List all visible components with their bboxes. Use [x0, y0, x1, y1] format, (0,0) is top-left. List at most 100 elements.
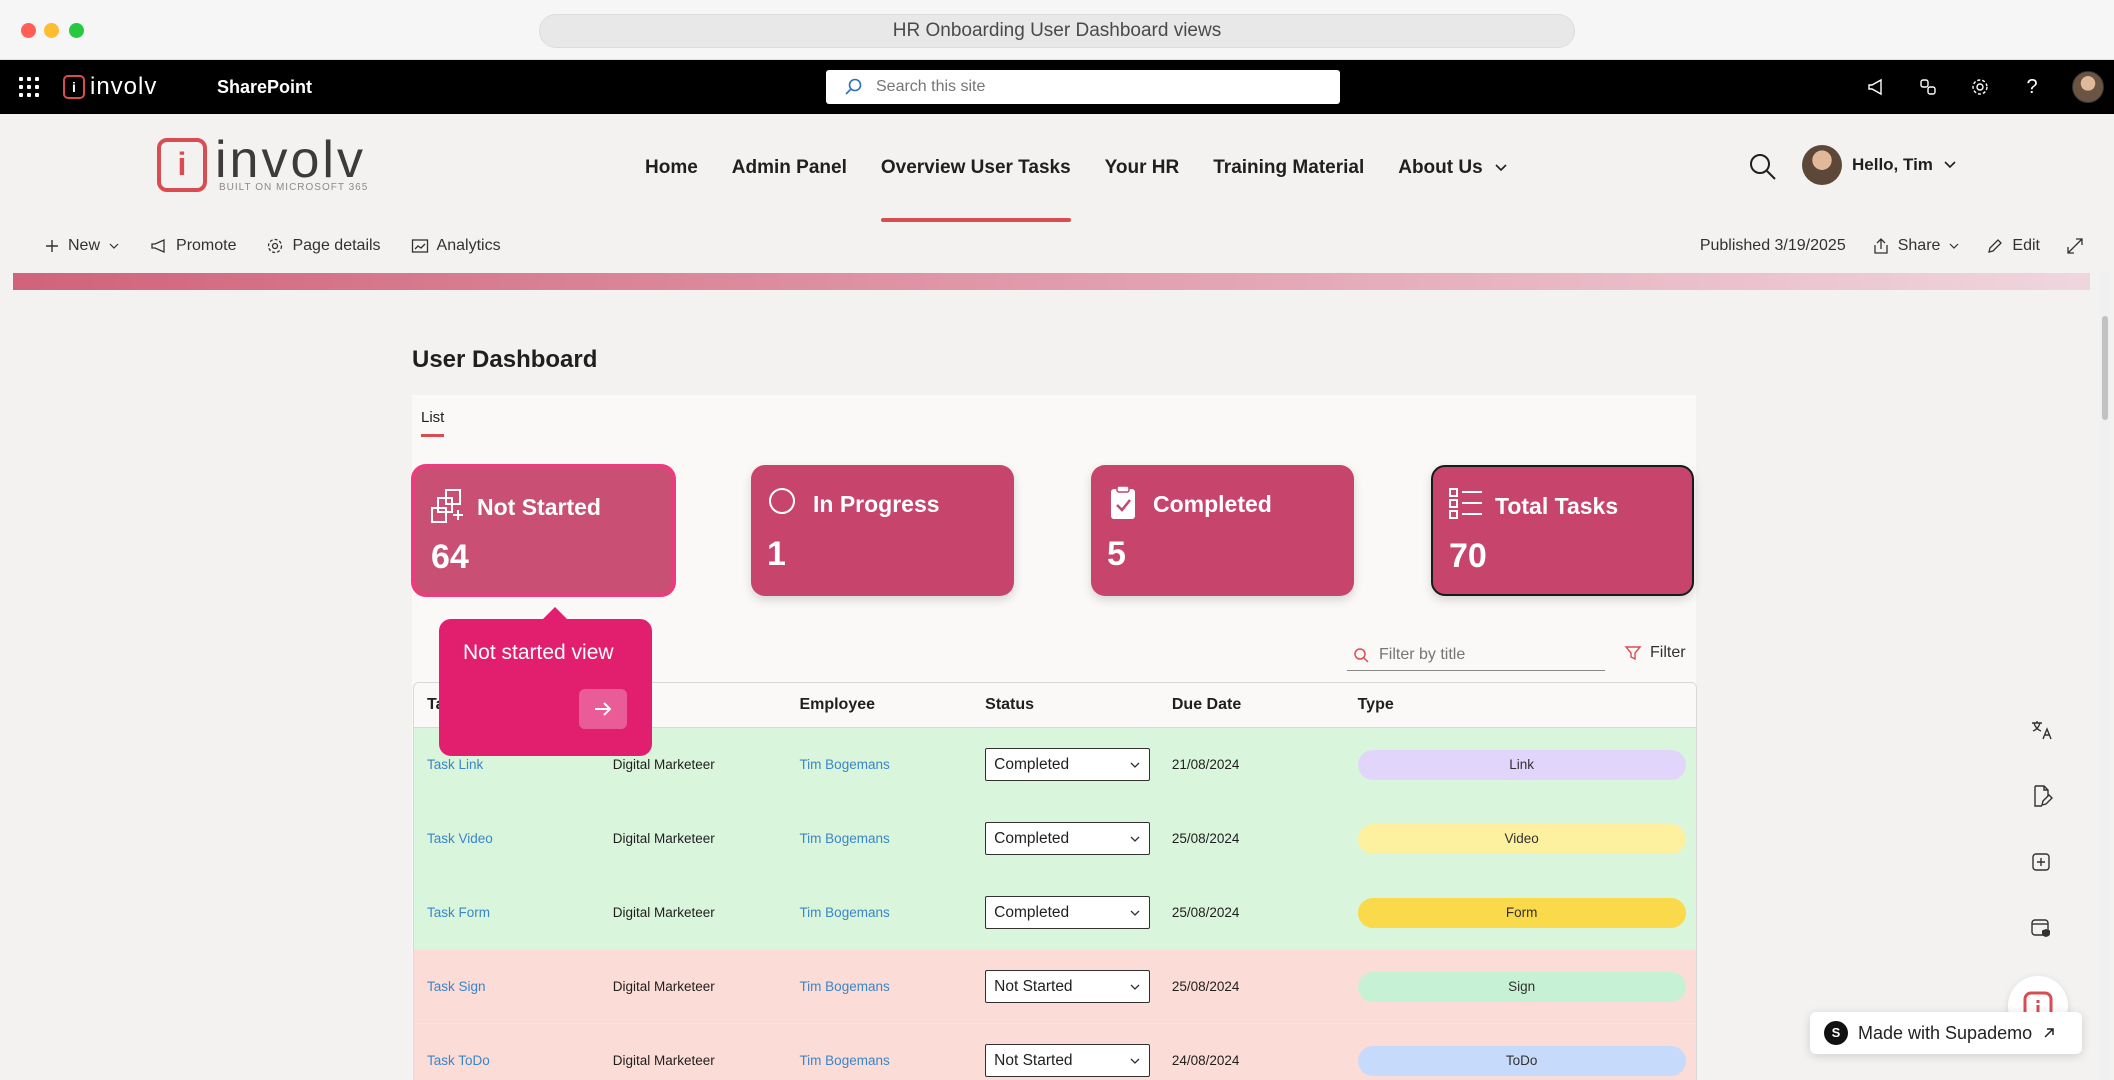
table-row: Task Video Digital Marketeer Tim Bogeman… [414, 802, 1696, 876]
employee-link[interactable]: Tim Bogemans [786, 1053, 972, 1068]
app-launcher-icon[interactable] [19, 77, 39, 97]
share-network-icon[interactable] [1902, 60, 1954, 114]
status-dropdown[interactable]: Not Started [985, 1044, 1151, 1077]
site-search-box[interactable] [826, 70, 1340, 104]
column-header-due-date[interactable]: Due Date [1159, 696, 1345, 714]
app-name[interactable]: SharePoint [217, 60, 312, 114]
due-date-cell: 25/08/2024 [1171, 979, 1240, 994]
role-cell: Digital Marketeer [612, 1053, 715, 1068]
maximize-window-button[interactable] [69, 23, 84, 38]
table-row: Task Form Digital Marketeer Tim Bogemans… [414, 876, 1696, 950]
security-icon[interactable] [2027, 914, 2055, 942]
chevron-down-icon [1130, 984, 1140, 990]
card-completed[interactable]: Completed 5 [1091, 465, 1354, 596]
add-item-icon[interactable] [2027, 848, 2055, 876]
expand-icon[interactable] [2066, 237, 2084, 255]
suite-bar: i involv SharePoint ? [0, 60, 2114, 114]
search-icon[interactable] [1748, 152, 1778, 182]
task-link[interactable]: Task ToDo [414, 1053, 600, 1068]
status-dropdown[interactable]: Not Started [985, 970, 1151, 1003]
card-in-progress[interactable]: In Progress 1 [751, 465, 1014, 596]
type-badge: Sign [1357, 971, 1686, 1002]
site-search-input[interactable] [876, 78, 1296, 96]
column-header-type[interactable]: Type [1345, 696, 1696, 714]
gear-icon [268, 238, 283, 254]
new-button[interactable]: New [44, 237, 120, 255]
task-link[interactable]: Task Sign [414, 979, 600, 994]
command-bar: New Promote Page details Analytics Publi… [0, 222, 2114, 270]
role-cell: Digital Marketeer [612, 831, 715, 846]
gear-icon[interactable] [1954, 60, 2006, 114]
side-actions [2016, 716, 2066, 942]
card-not-started-value: 64 [431, 538, 469, 576]
suite-logo[interactable]: i involv [63, 73, 158, 100]
site-logo[interactable]: i involv BUILT ON MICROSOFT 365 [157, 131, 368, 193]
chevron-down-icon [1130, 762, 1140, 768]
nav-your-hr[interactable]: Your HR [1088, 114, 1197, 222]
type-badge: ToDo [1357, 1045, 1686, 1076]
dashboard-panel: List Not Started 64 In Progress 1 Comple… [412, 395, 1697, 1080]
filter-by-title-input[interactable] [1379, 645, 1589, 664]
plus-icon [46, 240, 58, 252]
employee-link[interactable]: Tim Bogemans [786, 979, 972, 994]
nav-about-us[interactable]: About Us [1381, 114, 1525, 222]
status-dropdown[interactable]: Completed [985, 822, 1151, 855]
edit-button[interactable]: Edit [1986, 237, 2040, 255]
page-scrollbar[interactable] [2100, 272, 2110, 1080]
status-value: Not Started [994, 1051, 1073, 1069]
tooltip-next-button[interactable] [579, 689, 627, 729]
minimize-window-button[interactable] [44, 23, 59, 38]
scrollbar-thumb[interactable] [2102, 316, 2108, 420]
task-link[interactable]: Task Video [414, 831, 600, 846]
card-total-tasks[interactable]: Total Tasks 70 [1431, 465, 1694, 596]
edit-document-icon[interactable] [2027, 782, 2055, 810]
nav-about-us-label: About Us [1398, 157, 1483, 178]
employee-link[interactable]: Tim Bogemans [786, 757, 972, 772]
filter-label: Filter [1650, 644, 1686, 661]
supademo-badge[interactable]: S Made with Supademo [1810, 1012, 2082, 1054]
chevron-down-icon [1130, 1058, 1140, 1064]
close-window-button[interactable] [21, 23, 36, 38]
site-logo-text: involv [215, 131, 366, 189]
role-cell: Digital Marketeer [612, 905, 715, 920]
promote-button[interactable]: Promote [150, 237, 236, 255]
filter-button[interactable]: Filter [1624, 644, 1686, 662]
card-not-started-title: Not Started [477, 494, 601, 520]
card-not-started[interactable]: Not Started 64 [412, 465, 675, 596]
nav-training-material[interactable]: Training Material [1196, 114, 1381, 222]
employee-link[interactable]: Tim Bogemans [786, 905, 972, 920]
megaphone-icon[interactable] [1850, 60, 1902, 114]
new-button-label: New [68, 237, 101, 254]
user-avatar[interactable] [2072, 71, 2104, 103]
status-value: Completed [994, 829, 1070, 847]
translate-icon[interactable] [2027, 716, 2055, 744]
nav-overview-user-tasks[interactable]: Overview User Tasks [864, 114, 1088, 222]
status-value: Completed [994, 755, 1070, 773]
employee-link[interactable]: Tim Bogemans [786, 831, 972, 846]
page-details-button[interactable]: Page details [266, 237, 381, 255]
status-dropdown[interactable]: Completed [985, 896, 1151, 929]
user-menu[interactable]: Hello, Tim [1802, 145, 1957, 185]
task-link[interactable]: Task Form [414, 905, 600, 920]
share-label: Share [1897, 237, 1941, 254]
nav-admin-panel[interactable]: Admin Panel [715, 114, 864, 222]
site-logo-mark-icon: i [157, 138, 207, 192]
filter-by-title-box[interactable] [1347, 639, 1605, 671]
tab-list[interactable]: List [421, 409, 445, 437]
nav-home[interactable]: Home [628, 114, 715, 222]
column-header-employee[interactable]: Employee [786, 696, 972, 714]
chevron-down-icon [1495, 164, 1507, 172]
analytics-button[interactable]: Analytics [411, 237, 501, 255]
chevron-down-icon [1130, 836, 1140, 842]
due-date-cell: 24/08/2024 [1171, 1053, 1240, 1068]
task-link[interactable]: Task Link [414, 757, 600, 772]
suite-logo-text: involv [90, 73, 158, 100]
site-header: i involv BUILT ON MICROSOFT 365 Home Adm… [0, 114, 2114, 222]
column-header-status[interactable]: Status [972, 696, 1159, 714]
share-button[interactable]: Share [1872, 237, 1961, 255]
due-date-cell: 25/08/2024 [1171, 831, 1240, 846]
list-icon [1449, 488, 1482, 519]
help-icon[interactable]: ? [2006, 60, 2058, 114]
window-chrome: HR Onboarding User Dashboard views [0, 0, 2114, 60]
status-dropdown[interactable]: Completed [985, 748, 1151, 781]
